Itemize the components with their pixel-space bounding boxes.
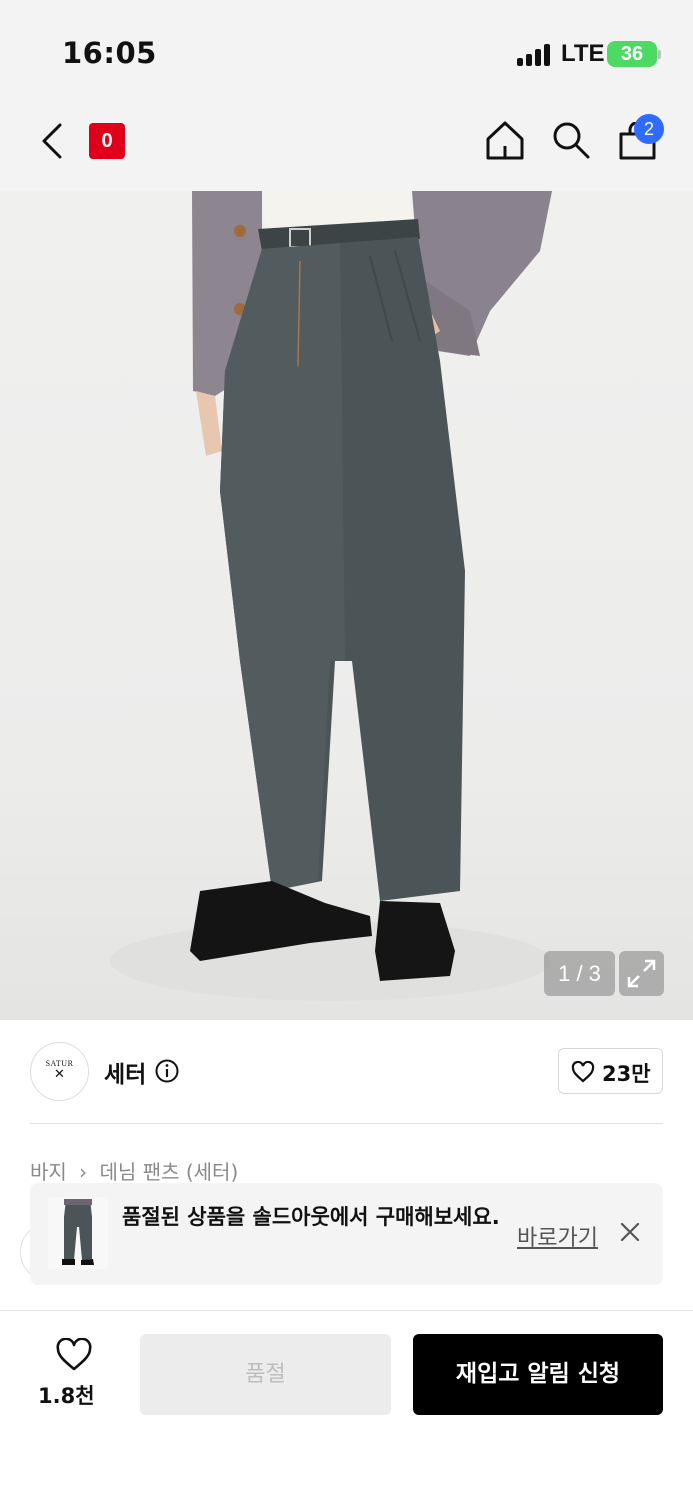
brand-like-count: 23만 (602, 1062, 651, 1086)
soldout-banner: 품절된 상품을 솔드아웃에서 구매해보세요. 바로가기 (30, 1183, 663, 1285)
network-label: LTE (561, 40, 605, 67)
soldout-button: 품절 (140, 1334, 391, 1415)
wish-heart-icon (56, 1337, 92, 1371)
banner-message: 품절된 상품을 솔드아웃에서 구매해보세요. (122, 1205, 500, 1229)
status-time: 16:05 (62, 36, 157, 70)
expand-button[interactable] (619, 951, 664, 996)
battery-icon: 36 (607, 41, 657, 67)
image-counter: 1 / 3 (544, 951, 615, 996)
brand-like-button[interactable]: 23만 (558, 1048, 663, 1094)
brand-logo[interactable]: SATUR ✕ (30, 1042, 89, 1101)
banner-go-link[interactable]: 바로가기 (517, 1220, 598, 1252)
signal-icon (517, 44, 553, 66)
close-icon[interactable] (619, 1221, 641, 1243)
expand-icon (627, 959, 656, 988)
battery-level: 36 (620, 43, 644, 65)
brand-name[interactable]: 세터 (104, 1055, 146, 1089)
store-logo[interactable]: 0 (89, 123, 125, 159)
battery-cap (658, 50, 661, 59)
cart-count-badge[interactable]: 2 (634, 114, 664, 144)
bottom-bar-divider (0, 1310, 693, 1311)
status-bar: 16:05 LTE 36 (0, 0, 693, 95)
product-image[interactable] (0, 191, 693, 1020)
breadcrumb-category[interactable]: 바지 (30, 1160, 67, 1184)
back-icon[interactable] (40, 122, 64, 160)
banner-product-image (62, 1199, 94, 1265)
heart-icon (571, 1061, 595, 1083)
info-icon[interactable] (155, 1059, 179, 1083)
product-photo (110, 191, 552, 1001)
search-icon[interactable] (551, 120, 591, 160)
wish-count: 1.8천 (38, 1384, 95, 1408)
divider (30, 1123, 663, 1124)
wish-button[interactable] (44, 1337, 104, 1376)
brand-logo-mark: ✕ (54, 1067, 65, 1082)
banner-thumbnail (48, 1197, 108, 1269)
restock-alert-button[interactable]: 재입고 알림 신청 (413, 1334, 663, 1415)
breadcrumb: 바지 › 데님 팬츠 (세터) (30, 1156, 244, 1185)
breadcrumb-separator: › (79, 1160, 88, 1184)
home-icon[interactable] (485, 120, 525, 160)
breadcrumb-subcategory[interactable]: 데님 팬츠 (세터) (100, 1160, 239, 1184)
